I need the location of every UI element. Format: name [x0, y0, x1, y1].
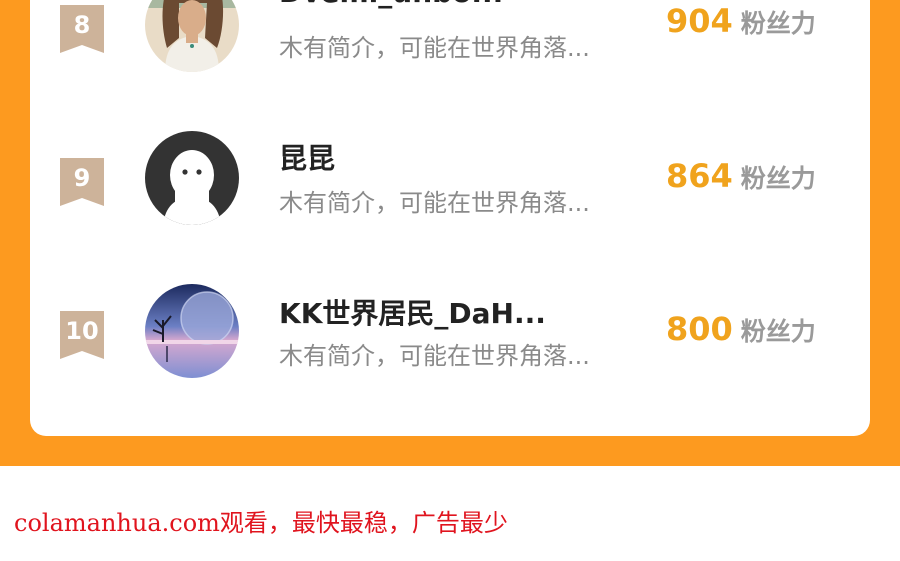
rank-badge: 9	[60, 158, 104, 206]
list-item[interactable]: 9 昆昆 木有简介，可能在世界角落... 864 粉丝力	[30, 113, 870, 233]
fans-score: 864 粉丝力	[666, 157, 816, 195]
user-name[interactable]: 昆昆	[279, 137, 335, 177]
fans-number: 800	[666, 310, 733, 348]
fans-label: 粉丝力	[740, 317, 816, 346]
footer-watermark-text: colamanhua.com观看，最快最稳，广告最少	[14, 509, 508, 537]
fans-label: 粉丝力	[740, 9, 816, 38]
rank-badge: 10	[60, 311, 104, 359]
avatar[interactable]	[145, 0, 239, 72]
user-name[interactable]: KK世界居民_DaH...	[279, 292, 546, 332]
list-item[interactable]: 8 Dvemi_unbo... 木有简介，可能在世界角落... 904粉丝力	[30, 0, 870, 80]
user-bio: 木有简介，可能在世界角落...	[279, 342, 590, 370]
ranking-card: 8 Dvemi_unbo... 木有简介，可能在世界角落... 904粉丝力 9	[30, 0, 870, 436]
rank-number: 9	[73, 164, 91, 192]
rank-number: 8	[73, 11, 91, 39]
user-bio: 木有简介，可能在世界角落...	[279, 34, 590, 62]
fans-score: 904 粉丝力	[666, 2, 816, 40]
rank-badge: 8	[60, 5, 104, 53]
fans-number: 864	[666, 157, 733, 195]
user-name[interactable]: Dvemi_unbo...	[279, 0, 503, 9]
fans-number: 904	[666, 2, 733, 40]
avatar[interactable]	[145, 284, 239, 378]
fans-score: 800 粉丝力	[666, 310, 816, 348]
avatar[interactable]	[145, 131, 239, 225]
list-item[interactable]: 10 KK世界居民_DaH... 木有简介，可能在世界角落... 800 粉丝力	[30, 266, 870, 386]
rank-number: 10	[65, 317, 99, 345]
fans-label: 粉丝力	[740, 164, 816, 193]
user-bio: 木有简介，可能在世界角落...	[279, 189, 590, 217]
default-avatar-icon	[145, 131, 239, 225]
